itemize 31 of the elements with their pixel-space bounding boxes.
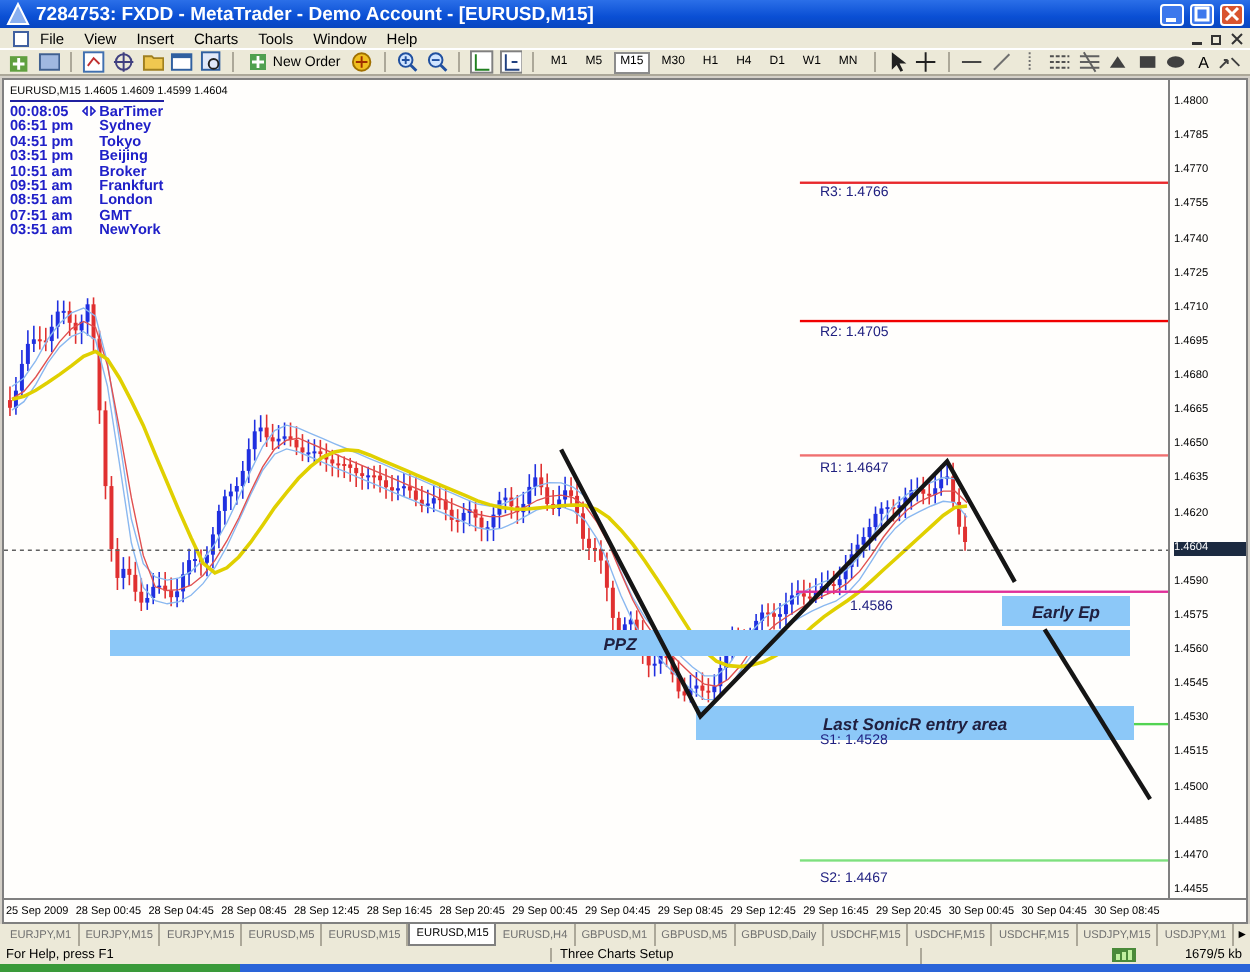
profiles-icon[interactable] xyxy=(37,50,61,74)
text-tool[interactable]: A xyxy=(1194,53,1213,71)
zoom-out-icon[interactable] xyxy=(425,50,449,74)
connection-status-icon xyxy=(1112,948,1137,962)
terminal-icon[interactable] xyxy=(170,50,194,74)
navigator-icon[interactable] xyxy=(111,50,136,74)
double-arrow-icon xyxy=(81,106,96,117)
close-icon xyxy=(1224,6,1240,22)
market-watch-icon[interactable] xyxy=(82,50,106,74)
maximize-button[interactable] xyxy=(1190,3,1214,25)
ellipse-icon[interactable] xyxy=(1164,50,1189,74)
auto-scroll-icon[interactable] xyxy=(499,50,523,74)
restore-icon[interactable] xyxy=(1210,31,1224,45)
rectangle-icon[interactable] xyxy=(1135,50,1159,74)
close-icon[interactable] xyxy=(1230,31,1244,45)
expert-advisors-icon[interactable] xyxy=(350,50,374,74)
crosshair-icon[interactable] xyxy=(914,50,939,74)
add-chart-icon[interactable] xyxy=(8,50,32,74)
fibonacci-icon[interactable] xyxy=(1077,50,1101,74)
zoom-in-icon[interactable] xyxy=(395,50,420,74)
chart-shift-icon[interactable] xyxy=(470,50,494,74)
trend-line-icon[interactable] xyxy=(989,50,1013,74)
maximize-icon xyxy=(1194,6,1210,22)
chart-window-icon[interactable] xyxy=(12,29,30,47)
zone-label: Early Ep xyxy=(1002,596,1130,626)
minimize-button[interactable] xyxy=(1160,3,1184,25)
tester-icon[interactable] xyxy=(199,50,223,74)
triangle-icon[interactable] xyxy=(1106,50,1130,74)
close-button[interactable] xyxy=(1220,3,1244,25)
window-title: 7284753: FXDD - MetaTrader - Demo Account - [EURUSD,M15] xyxy=(36,3,596,25)
zone-label: PPZ xyxy=(110,630,1130,656)
